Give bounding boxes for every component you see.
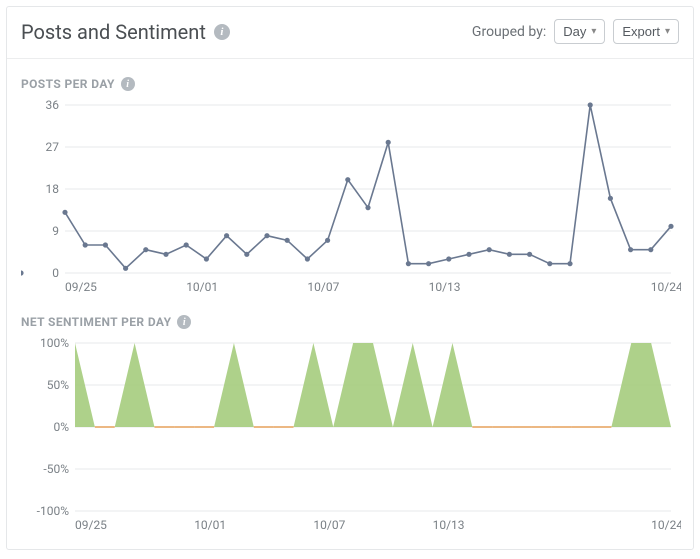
section-title-posts: POSTS PER DAY i [7, 59, 693, 97]
sentiment-chart-svg: -100% -50% 0% 50% 100% 09/25 10/01 10/07 10/13 10… [21, 335, 681, 535]
svg-text:-50%: -50% [43, 462, 69, 476]
title-text: Posts and Sentiment [21, 20, 206, 44]
svg-text:10/24: 10/24 [651, 518, 681, 532]
sentiment-chart: -100% -50% 0% 50% 100% 09/25 10/01 10/07 10/13 10… [7, 335, 693, 535]
page-title: Posts and Sentiment i [21, 20, 230, 44]
svg-text:10/13: 10/13 [433, 518, 465, 532]
svg-text:10/01: 10/01 [186, 280, 218, 294]
svg-text:10/24: 10/24 [651, 280, 681, 294]
svg-text:50%: 50% [47, 378, 69, 392]
svg-text:18: 18 [46, 182, 60, 196]
chevron-down-icon: ▾ [665, 26, 670, 37]
posts-chart-svg: 0 9 18 27 36 09/25 10/01 10/07 10/13 10/24 [21, 97, 681, 297]
posts-chart: 0 9 18 27 36 09/25 10/01 10/07 10/13 10/24 [7, 97, 693, 297]
grouped-by-label: Grouped by: [472, 24, 546, 40]
info-icon[interactable]: i [121, 77, 135, 91]
svg-text:10/07: 10/07 [307, 280, 339, 294]
posts-section-label: POSTS PER DAY [21, 77, 115, 91]
svg-text:9: 9 [52, 224, 59, 238]
svg-text:09/25: 09/25 [65, 280, 97, 294]
group-by-select[interactable]: Day ▾ [554, 19, 605, 44]
info-icon[interactable]: i [214, 24, 230, 40]
export-label: Export [622, 24, 660, 39]
info-icon[interactable]: i [177, 315, 191, 329]
svg-text:10/13: 10/13 [429, 280, 461, 294]
svg-text:10/07: 10/07 [313, 518, 345, 532]
svg-text:100%: 100% [40, 336, 69, 350]
svg-text:0%: 0% [53, 420, 69, 434]
svg-text:27: 27 [46, 140, 60, 154]
svg-text:10/01: 10/01 [194, 518, 226, 532]
svg-text:-100%: -100% [37, 504, 70, 518]
export-button[interactable]: Export ▾ [613, 19, 679, 44]
sentiment-section-label: NET SENTIMENT PER DAY [21, 315, 171, 329]
svg-text:09/25: 09/25 [75, 518, 107, 532]
group-by-value: Day [563, 24, 586, 39]
header-controls: Grouped by: Day ▾ Export ▾ [472, 19, 679, 44]
chevron-down-icon: ▾ [591, 26, 596, 37]
svg-text:36: 36 [46, 98, 60, 112]
panel-header: Posts and Sentiment i Grouped by: Day ▾ … [7, 7, 693, 59]
section-title-sentiment: NET SENTIMENT PER DAY i [7, 297, 693, 335]
dashboard-panel: Posts and Sentiment i Grouped by: Day ▾ … [6, 6, 694, 550]
svg-text:0: 0 [52, 266, 59, 280]
